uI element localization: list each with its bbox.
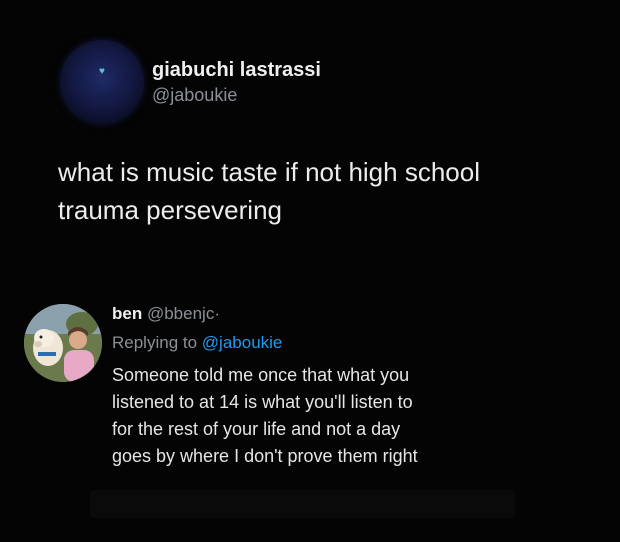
tweet-text-line: trauma persevering	[58, 195, 282, 225]
meta-separator: ·	[214, 304, 220, 323]
reply-text-line: Someone told me once that what you	[112, 365, 410, 385]
reply-author-name[interactable]: ben	[112, 304, 142, 323]
tweet-header: ♥ giabuchi lastrassi @jaboukie	[60, 40, 321, 124]
replying-to-mention-link[interactable]: @jaboukie	[202, 333, 283, 352]
reply-body: ben @bbenjc· Replying to @jaboukie Someo…	[112, 296, 602, 470]
reply-text-line: listened to at 14 is what you'll listen …	[112, 392, 413, 412]
replying-to-label: Replying to	[112, 333, 198, 352]
replying-to-line: Replying to @jaboukie	[112, 330, 602, 356]
reply-tweet[interactable]: ben @bbenjc· Replying to @jaboukie Someo…	[24, 296, 614, 470]
tweet-text: what is music taste if not high school t…	[58, 153, 588, 229]
reply-text-line: for the rest of your life and not a day	[112, 419, 401, 439]
reply-meta: ben @bbenjc·	[112, 302, 602, 326]
reply-text-line: goes by where I don't prove them right	[112, 446, 418, 466]
screenshot-frame: ♥ giabuchi lastrassi @jaboukie what is m…	[0, 0, 620, 542]
action-bar-placeholder	[90, 490, 515, 518]
reply-author-handle[interactable]: @bbenjc	[147, 304, 214, 323]
author-display-name[interactable]: giabuchi lastrassi	[152, 57, 321, 83]
avatar-photo	[24, 304, 102, 382]
heart-icon: ♥	[99, 65, 105, 77]
reply-text: Someone told me once that what you liste…	[112, 362, 532, 470]
tweet-text-line: what is music taste if not high school	[58, 157, 480, 187]
avatar[interactable]: ♥	[60, 40, 144, 124]
author-handle[interactable]: @jaboukie	[152, 83, 321, 107]
author-block: giabuchi lastrassi @jaboukie	[152, 57, 321, 107]
reply-avatar[interactable]	[24, 304, 102, 382]
